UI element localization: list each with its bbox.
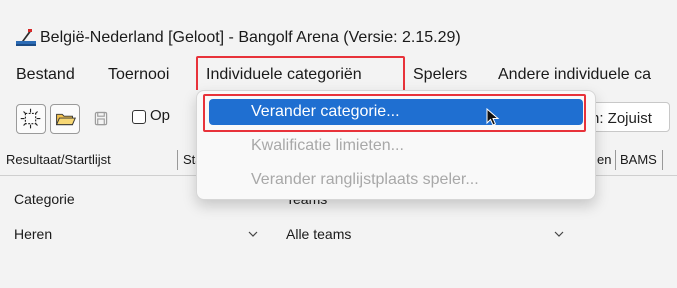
tab-separator xyxy=(662,150,663,170)
tab-resultaat-startlijst[interactable]: Resultaat/Startlijst xyxy=(6,151,111,169)
mouse-pointer-icon xyxy=(486,108,500,126)
sparkle-new-icon xyxy=(20,108,41,129)
menu-andere-individuele[interactable]: Andere individuele ca xyxy=(498,65,651,85)
folder-open-icon xyxy=(55,113,76,126)
menu-item-verander-ranglijstplaats[interactable]: Verander ranglijstplaats speler... xyxy=(209,167,583,193)
teams-select[interactable]: Alle teams xyxy=(272,220,578,248)
menu-bestand[interactable]: Bestand xyxy=(16,65,75,85)
menu-highlight-frame xyxy=(196,56,405,92)
menu-spelers[interactable]: Spelers xyxy=(413,65,467,85)
open-folder-button[interactable] xyxy=(50,104,80,134)
options-checkbox-label: Op xyxy=(150,107,171,124)
menu-item-label: Verander ranglijstplaats speler... xyxy=(251,171,479,188)
category-select[interactable]: Heren xyxy=(0,220,266,248)
teams-select-value: Alle teams xyxy=(286,226,352,242)
menu-item-kwalificatie-limieten[interactable]: Kwalificatie limieten... xyxy=(209,133,583,159)
date-field-text: n: Zojuist xyxy=(592,110,652,127)
chevron-down-icon xyxy=(554,231,564,237)
item-highlight-frame xyxy=(203,94,586,132)
category-label: Categorie xyxy=(14,191,75,207)
tab-en[interactable]: en xyxy=(597,151,611,169)
tab-separator xyxy=(177,150,178,170)
tab-bams[interactable]: BAMS xyxy=(620,151,657,169)
save-disk-icon xyxy=(94,111,108,126)
title-bar: België-Nederland [Geloot] - Bangolf Aren… xyxy=(0,0,677,58)
chevron-down-icon xyxy=(248,231,258,237)
window-title: België-Nederland [Geloot] - Bangolf Aren… xyxy=(40,29,461,46)
bangolf-app-icon xyxy=(16,29,36,46)
save-button[interactable] xyxy=(86,104,116,134)
date-field: n: Zojuist xyxy=(592,102,670,132)
menu-toernooi[interactable]: Toernooi xyxy=(108,65,169,85)
new-button[interactable] xyxy=(16,104,46,134)
tab-separator xyxy=(615,150,616,170)
category-select-value: Heren xyxy=(14,226,53,242)
options-checkbox[interactable] xyxy=(132,110,146,124)
menu-item-label: Kwalificatie limieten... xyxy=(251,137,404,154)
